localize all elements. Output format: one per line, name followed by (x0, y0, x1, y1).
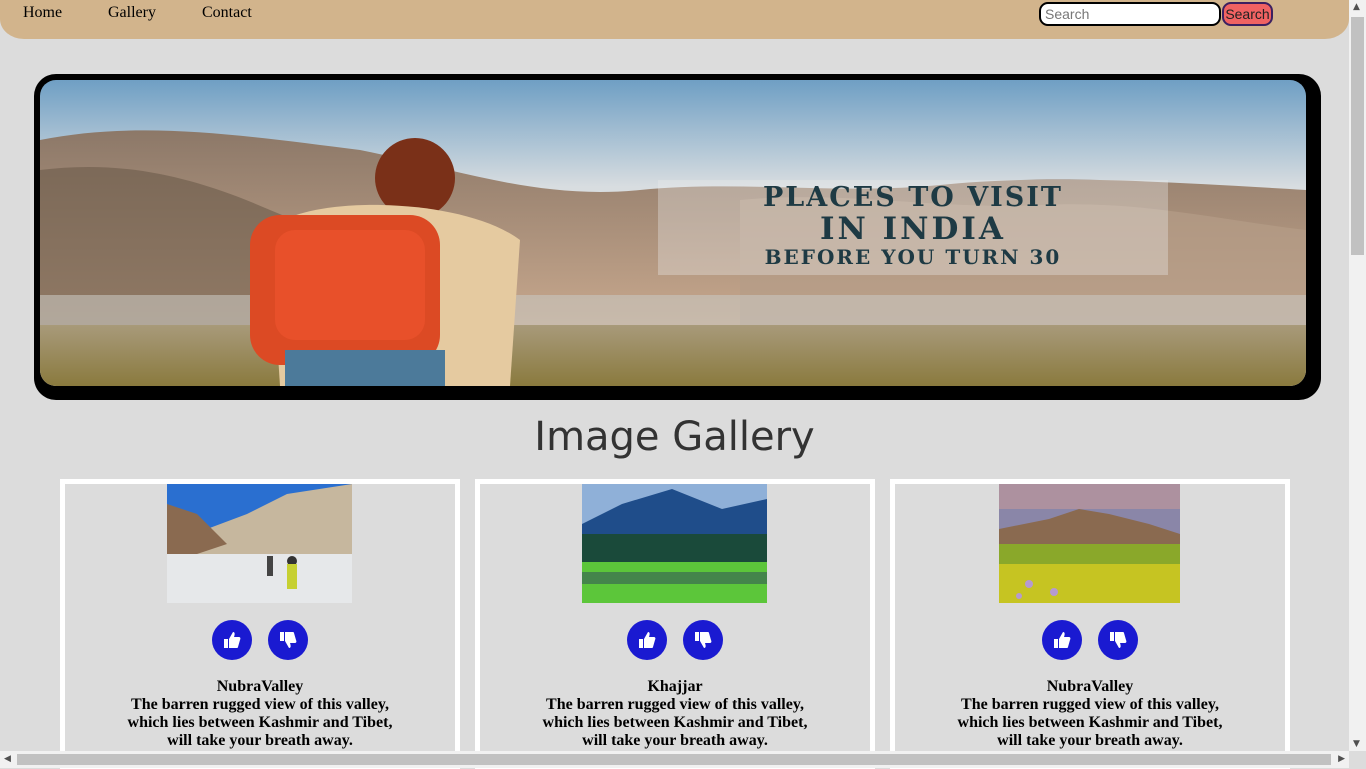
place-name: NubraValley (1046, 678, 1134, 695)
gallery-card: NubraValley The barren rugged view of th… (60, 479, 460, 769)
horizontal-scrollbar[interactable]: ◀ ▶ (0, 751, 1349, 768)
banner-line-2: IN INDIA (820, 211, 1006, 247)
banner-line-3: BEFORE YOU TURN 30 (764, 245, 1062, 269)
thumbs-down-icon (280, 632, 297, 648)
place-description: The barren rugged view of this valley, w… (895, 696, 1285, 750)
place-name: Khajjar (647, 678, 703, 695)
gallery-card: NubraValley The barren rugged view of th… (890, 479, 1290, 769)
nav-contact-link[interactable]: Contact (202, 4, 252, 22)
search-input[interactable] (1039, 2, 1221, 26)
thumbs-down-icon (695, 632, 712, 648)
nubra-valley-image (167, 484, 352, 603)
desc-line: will take your breath away. (167, 732, 353, 749)
nav-gallery-link[interactable]: Gallery (108, 4, 156, 22)
place-description: The barren rugged view of this valley, w… (480, 696, 870, 750)
search-button[interactable]: Search (1222, 2, 1273, 26)
scroll-down-icon[interactable]: ▼ (1353, 739, 1360, 749)
banner-image: PLACES TO VISIT IN INDIA BEFORE YOU TURN… (40, 80, 1306, 386)
gallery-card: Khajjar The barren rugged view of this v… (475, 479, 875, 769)
nav-home-link[interactable]: Home (23, 4, 62, 22)
desc-line: which lies between Kashmir and Tibet, (542, 714, 808, 731)
desc-line: which lies between Kashmir and Tibet, (127, 714, 393, 731)
like-button[interactable] (212, 620, 252, 660)
thumbs-up-icon (1054, 632, 1071, 648)
place-description: The barren rugged view of this valley, w… (65, 696, 455, 750)
navbar: Home Gallery Contact Search (0, 0, 1349, 39)
scroll-up-icon[interactable]: ▲ (1353, 2, 1360, 12)
scrollbar-corner (1349, 751, 1366, 768)
vertical-scrollbar[interactable]: ▲ ▼ (1349, 0, 1366, 751)
horizontal-scroll-thumb[interactable] (17, 754, 1331, 765)
thumbs-down-icon (1110, 632, 1127, 648)
dislike-button[interactable] (1098, 620, 1138, 660)
gallery-title: Image Gallery (534, 414, 815, 460)
nubra-valley-meadow-image (999, 484, 1180, 603)
dislike-button[interactable] (268, 620, 308, 660)
desc-line: will take your breath away. (582, 732, 768, 749)
desc-line: The barren rugged view of this valley, (131, 696, 389, 713)
khajjar-image (582, 484, 767, 603)
scroll-right-icon[interactable]: ▶ (1338, 754, 1345, 764)
desc-line: which lies between Kashmir and Tibet, (957, 714, 1223, 731)
thumbs-up-icon (639, 632, 656, 648)
scroll-left-icon[interactable]: ◀ (4, 754, 11, 764)
like-button[interactable] (627, 620, 667, 660)
desc-line: will take your breath away. (997, 732, 1183, 749)
thumbs-up-icon (224, 632, 241, 648)
banner-caption: PLACES TO VISIT IN INDIA BEFORE YOU TURN… (658, 180, 1168, 275)
banner-frame: PLACES TO VISIT IN INDIA BEFORE YOU TURN… (34, 74, 1321, 400)
dislike-button[interactable] (683, 620, 723, 660)
place-name: NubraValley (216, 678, 304, 695)
vertical-scroll-thumb[interactable] (1351, 17, 1364, 255)
desc-line: The barren rugged view of this valley, (546, 696, 804, 713)
desc-line: The barren rugged view of this valley, (961, 696, 1219, 713)
like-button[interactable] (1042, 620, 1082, 660)
banner-line-1: PLACES TO VISIT (762, 182, 1063, 213)
